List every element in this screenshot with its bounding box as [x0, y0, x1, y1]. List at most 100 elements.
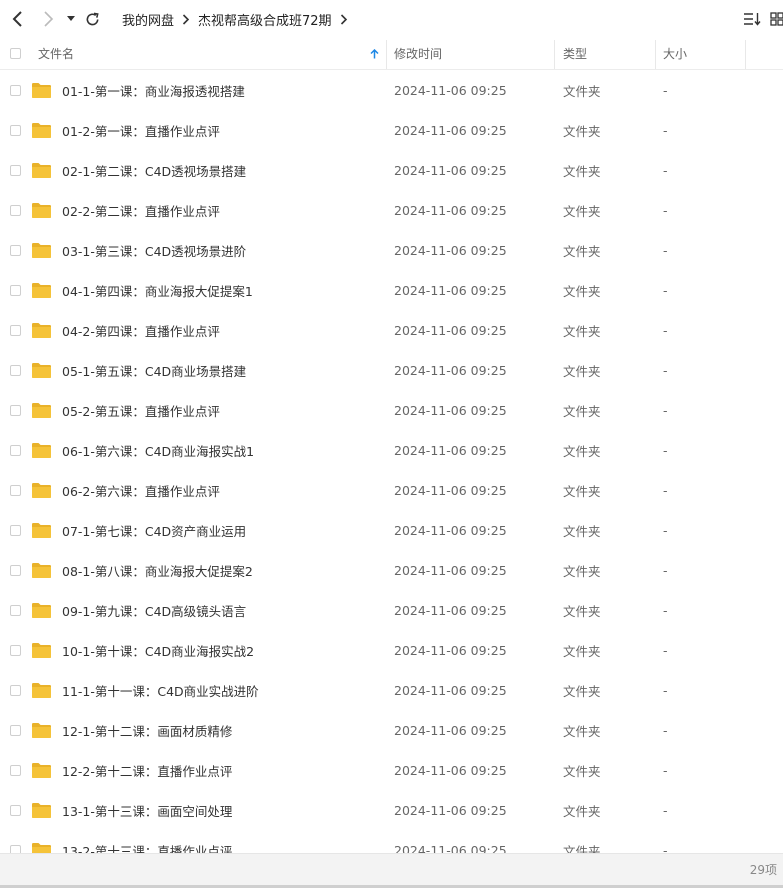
- modified-time: 2024-11-06 09:25: [394, 202, 507, 218]
- file-name[interactable]: 03-1-第三课：C4D透视场景进阶: [62, 230, 246, 270]
- file-name[interactable]: 04-1-第四课：商业海报大促提案1: [62, 270, 253, 310]
- table-row[interactable]: 02-2-第二课：直播作业点评 2024-11-06 09:25 文件夹 -: [0, 190, 783, 230]
- file-name[interactable]: 08-1-第八课：商业海报大促提案2: [62, 550, 253, 590]
- table-row[interactable]: 05-2-第五课：直播作业点评 2024-11-06 09:25 文件夹 -: [0, 390, 783, 430]
- file-name[interactable]: 01-1-第一课：商业海报透视搭建: [62, 70, 245, 110]
- file-name[interactable]: 02-1-第二课：C4D透视场景搭建: [62, 150, 246, 190]
- column-divider[interactable]: [386, 40, 387, 69]
- file-size: -: [663, 522, 668, 538]
- row-checkbox[interactable]: [10, 510, 21, 550]
- row-checkbox[interactable]: [10, 750, 21, 790]
- file-size: -: [663, 122, 668, 138]
- status-bar: 29项: [0, 853, 783, 888]
- row-checkbox[interactable]: [10, 350, 21, 390]
- sort-icon[interactable]: [742, 10, 762, 28]
- table-row[interactable]: 02-1-第二课：C4D透视场景搭建 2024-11-06 09:25 文件夹 -: [0, 150, 783, 190]
- modified-time: 2024-11-06 09:25: [394, 122, 507, 138]
- column-header-type[interactable]: 类型: [563, 38, 587, 69]
- file-name[interactable]: 05-2-第五课：直播作业点评: [62, 390, 220, 430]
- column-divider[interactable]: [655, 40, 656, 69]
- table-row[interactable]: 06-1-第六课：C4D商业海报实战1 2024-11-06 09:25 文件夹 -: [0, 430, 783, 470]
- row-checkbox[interactable]: [10, 670, 21, 710]
- file-type: 文件夹: [563, 723, 601, 739]
- modified-time: 2024-11-06 09:25: [394, 362, 507, 378]
- row-checkbox[interactable]: [10, 230, 21, 270]
- breadcrumb-item-current[interactable]: 杰视帮高级合成班72期: [198, 10, 332, 29]
- file-name[interactable]: 02-2-第二课：直播作业点评: [62, 190, 220, 230]
- file-type: 文件夹: [563, 523, 601, 539]
- chevron-right-icon[interactable]: [340, 13, 348, 25]
- table-row[interactable]: 01-1-第一课：商业海报透视搭建 2024-11-06 09:25 文件夹 -: [0, 70, 783, 110]
- folder-icon: [31, 70, 52, 110]
- forward-icon[interactable]: [38, 9, 58, 29]
- table-row[interactable]: 08-1-第八课：商业海报大促提案2 2024-11-06 09:25 文件夹 -: [0, 550, 783, 590]
- table-row[interactable]: 06-2-第六课：直播作业点评 2024-11-06 09:25 文件夹 -: [0, 470, 783, 510]
- table-row[interactable]: 12-1-第十二课：画面材质精修 2024-11-06 09:25 文件夹 -: [0, 710, 783, 750]
- file-size: -: [663, 202, 668, 218]
- column-divider[interactable]: [745, 40, 746, 69]
- table-row[interactable]: 03-1-第三课：C4D透视场景进阶 2024-11-06 09:25 文件夹 -: [0, 230, 783, 270]
- column-divider[interactable]: [554, 40, 555, 69]
- table-row[interactable]: 04-2-第四课：直播作业点评 2024-11-06 09:25 文件夹 -: [0, 310, 783, 350]
- back-icon[interactable]: [8, 9, 28, 29]
- row-checkbox[interactable]: [10, 430, 21, 470]
- column-header-name[interactable]: 文件名: [38, 38, 74, 69]
- table-row[interactable]: 13-1-第十三课：画面空间处理 2024-11-06 09:25 文件夹 -: [0, 790, 783, 830]
- file-name[interactable]: 11-1-第十一课：C4D商业实战进阶: [62, 670, 259, 710]
- row-checkbox[interactable]: [10, 310, 21, 350]
- file-size: -: [663, 562, 668, 578]
- select-all-checkbox[interactable]: [10, 38, 21, 69]
- row-checkbox[interactable]: [10, 150, 21, 190]
- file-size: -: [663, 602, 668, 618]
- row-checkbox[interactable]: [10, 70, 21, 110]
- row-checkbox[interactable]: [10, 790, 21, 830]
- row-checkbox[interactable]: [10, 270, 21, 310]
- table-row[interactable]: 11-1-第十一课：C4D商业实战进阶 2024-11-06 09:25 文件夹 -: [0, 670, 783, 710]
- file-name[interactable]: 01-2-第一课：直播作业点评: [62, 110, 220, 150]
- folder-icon: [31, 750, 52, 790]
- folder-icon: [31, 510, 52, 550]
- table-row[interactable]: 07-1-第七课：C4D资产商业运用 2024-11-06 09:25 文件夹 -: [0, 510, 783, 550]
- table-row[interactable]: 09-1-第九课：C4D高级镜头语言 2024-11-06 09:25 文件夹 -: [0, 590, 783, 630]
- folder-icon: [31, 670, 52, 710]
- file-type: 文件夹: [563, 163, 601, 179]
- row-checkbox[interactable]: [10, 390, 21, 430]
- file-size: -: [663, 242, 668, 258]
- column-header-size[interactable]: 大小: [663, 38, 687, 69]
- file-size: -: [663, 362, 668, 378]
- row-checkbox[interactable]: [10, 630, 21, 670]
- table-row[interactable]: 12-2-第十二课：直播作业点评 2024-11-06 09:25 文件夹 -: [0, 750, 783, 790]
- file-name[interactable]: 12-2-第十二课：直播作业点评: [62, 750, 232, 790]
- file-name[interactable]: 13-1-第十三课：画面空间处理: [62, 790, 232, 830]
- dropdown-icon[interactable]: [64, 12, 78, 26]
- file-name[interactable]: 06-2-第六课：直播作业点评: [62, 470, 220, 510]
- table-row[interactable]: 05-1-第五课：C4D商业场景搭建 2024-11-06 09:25 文件夹 -: [0, 350, 783, 390]
- file-name[interactable]: 12-1-第十二课：画面材质精修: [62, 710, 232, 750]
- file-name[interactable]: 06-1-第六课：C4D商业海报实战1: [62, 430, 254, 470]
- table-row[interactable]: 01-2-第一课：直播作业点评 2024-11-06 09:25 文件夹 -: [0, 110, 783, 150]
- grid-view-icon[interactable]: [769, 10, 783, 28]
- file-name[interactable]: 05-1-第五课：C4D商业场景搭建: [62, 350, 246, 390]
- table-row[interactable]: 10-1-第十课：C4D商业海报实战2 2024-11-06 09:25 文件夹 -: [0, 630, 783, 670]
- file-name[interactable]: 04-2-第四课：直播作业点评: [62, 310, 220, 350]
- sort-ascending-icon[interactable]: [370, 38, 379, 69]
- row-checkbox[interactable]: [10, 110, 21, 150]
- table-row[interactable]: 04-1-第四课：商业海报大促提案1 2024-11-06 09:25 文件夹 -: [0, 270, 783, 310]
- breadcrumb-item-root[interactable]: 我的网盘: [122, 10, 174, 29]
- row-checkbox[interactable]: [10, 190, 21, 230]
- file-type: 文件夹: [563, 483, 601, 499]
- file-name[interactable]: 07-1-第七课：C4D资产商业运用: [62, 510, 246, 550]
- refresh-icon[interactable]: [82, 9, 102, 29]
- file-name[interactable]: 10-1-第十课：C4D商业海报实战2: [62, 630, 254, 670]
- row-checkbox[interactable]: [10, 550, 21, 590]
- row-checkbox[interactable]: [10, 710, 21, 750]
- row-checkbox[interactable]: [10, 590, 21, 630]
- modified-time: 2024-11-06 09:25: [394, 402, 507, 418]
- modified-time: 2024-11-06 09:25: [394, 242, 507, 258]
- file-type: 文件夹: [563, 563, 601, 579]
- column-header-modified[interactable]: 修改时间: [394, 38, 442, 69]
- file-type: 文件夹: [563, 763, 601, 779]
- row-checkbox[interactable]: [10, 470, 21, 510]
- file-size: -: [663, 482, 668, 498]
- file-name[interactable]: 09-1-第九课：C4D高级镜头语言: [62, 590, 246, 630]
